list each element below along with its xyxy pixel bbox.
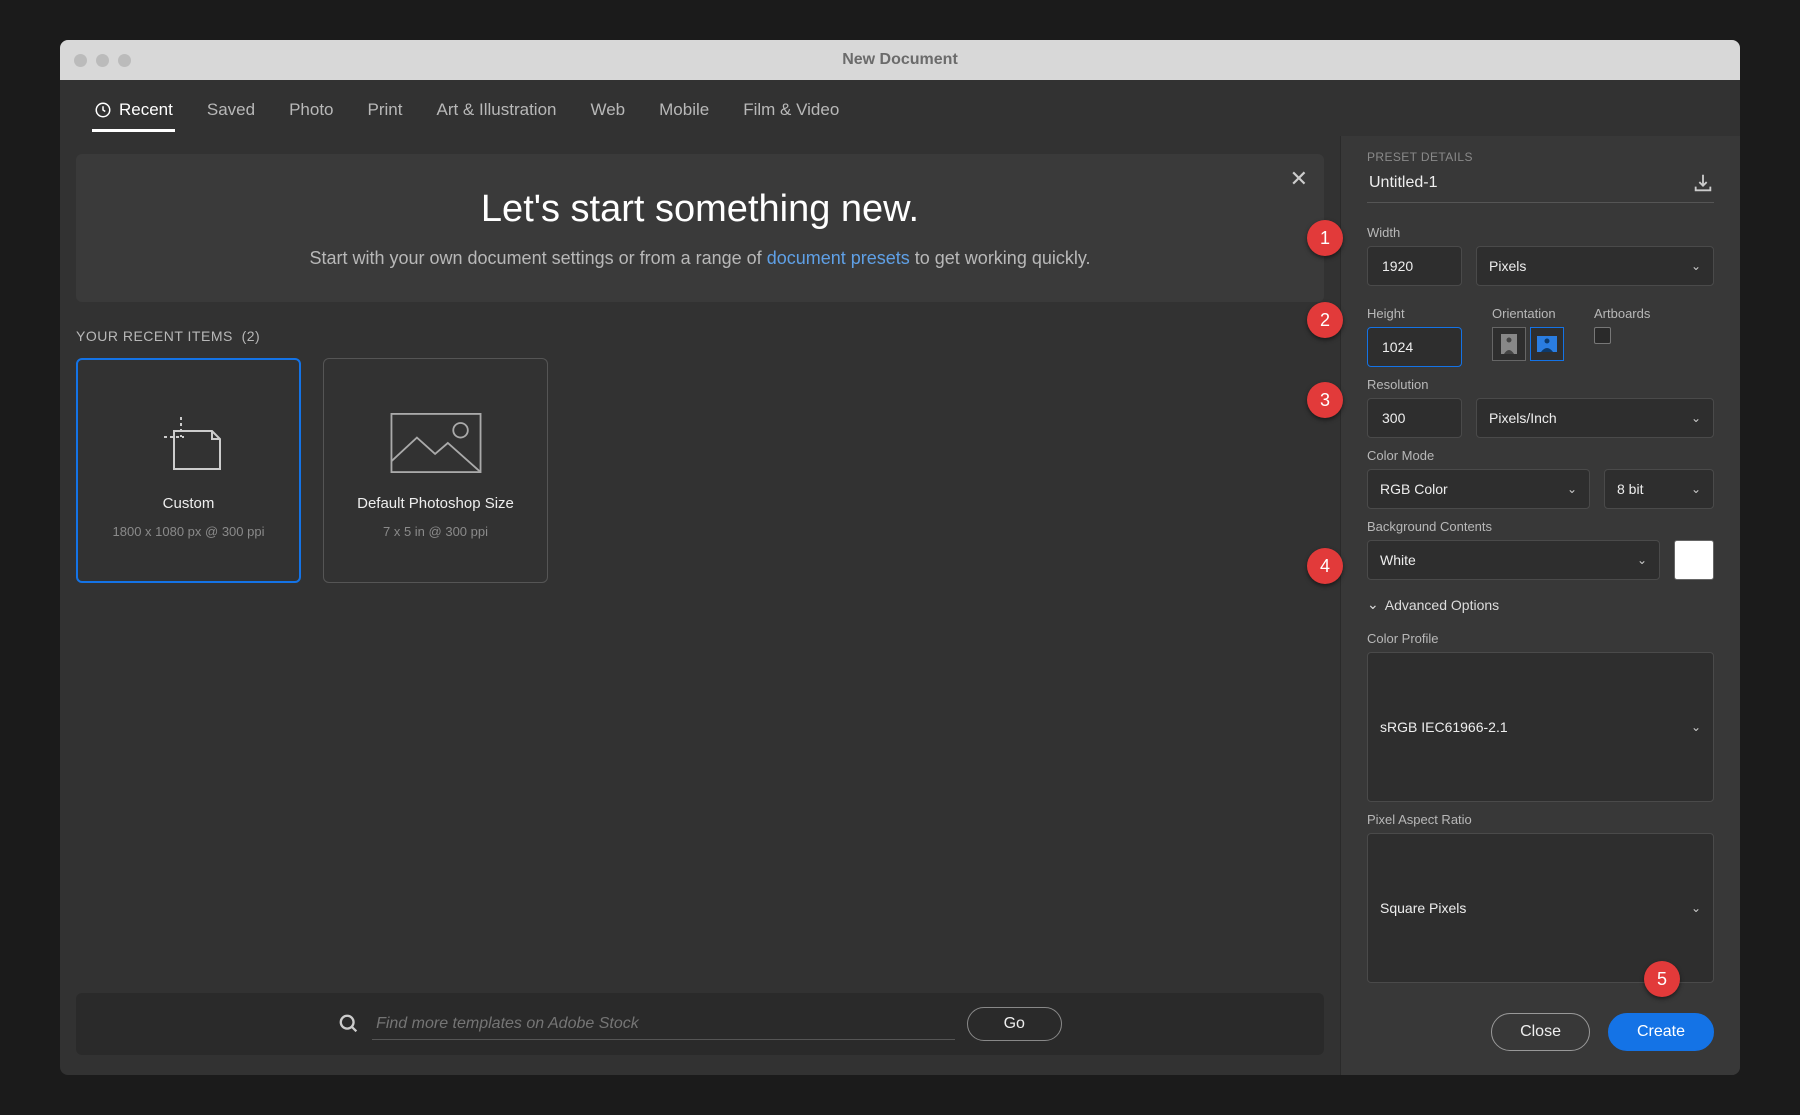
- stock-search-input[interactable]: [372, 1009, 954, 1040]
- width-input[interactable]: [1367, 246, 1462, 286]
- category-tabs: Recent Saved Photo Print Art & Illustrat…: [60, 80, 1740, 136]
- artboards-label: Artboards: [1594, 306, 1650, 321]
- card-title: Custom: [163, 495, 215, 512]
- advanced-options-toggle[interactable]: ⌄ Advanced Options: [1367, 596, 1714, 613]
- height-label: Height: [1367, 306, 1462, 321]
- annotation-badge-2: 2: [1307, 302, 1343, 338]
- annotation-badge-5: 5: [1644, 961, 1680, 997]
- tab-label: Web: [590, 100, 625, 120]
- tab-label: Print: [368, 100, 403, 120]
- tab-label: Mobile: [659, 100, 709, 120]
- image-icon: [386, 403, 486, 483]
- chevron-down-icon: ⌄: [1637, 553, 1647, 567]
- stock-search-bar: Go: [76, 993, 1324, 1055]
- preset-details-panel: 1 2 3 4 5 PRESET DETAILS Width Pixels⌄: [1340, 136, 1740, 1075]
- width-label: Width: [1367, 225, 1714, 240]
- tab-label: Saved: [207, 100, 255, 120]
- chevron-down-icon: ⌄: [1691, 720, 1701, 734]
- annotation-badge-4: 4: [1307, 548, 1343, 584]
- card-subtitle: 1800 x 1080 px @ 300 ppi: [113, 524, 265, 539]
- width-unit-select[interactable]: Pixels⌄: [1476, 246, 1714, 286]
- tab-film[interactable]: Film & Video: [741, 84, 841, 132]
- titlebar: New Document: [60, 40, 1740, 80]
- background-select[interactable]: White⌄: [1367, 540, 1660, 580]
- custom-doc-icon: [139, 403, 239, 483]
- chevron-down-icon: ⌄: [1691, 411, 1701, 425]
- orientation-landscape-button[interactable]: [1530, 327, 1564, 361]
- tab-art[interactable]: Art & Illustration: [434, 84, 558, 132]
- card-title: Default Photoshop Size: [357, 495, 514, 512]
- presets-link[interactable]: document presets: [767, 248, 910, 268]
- bit-depth-select[interactable]: 8 bit⌄: [1604, 469, 1714, 509]
- new-document-window: New Document Recent Saved Photo Print Ar…: [60, 40, 1740, 1075]
- color-profile-select[interactable]: sRGB IEC61966-2.1⌄: [1367, 652, 1714, 802]
- annotation-badge-1: 1: [1307, 220, 1343, 256]
- recent-items-grid: Custom 1800 x 1080 px @ 300 ppi Default …: [76, 358, 1324, 583]
- chevron-down-icon: ⌄: [1367, 596, 1379, 613]
- recent-items-label: YOUR RECENT ITEMS (2): [76, 328, 1324, 344]
- close-icon[interactable]: ✕: [1290, 166, 1308, 192]
- tab-print[interactable]: Print: [366, 84, 405, 132]
- card-subtitle: 7 x 5 in @ 300 ppi: [383, 524, 488, 539]
- tab-saved[interactable]: Saved: [205, 84, 257, 132]
- document-name-input[interactable]: [1367, 173, 1680, 193]
- tab-label: Film & Video: [743, 100, 839, 120]
- resolution-unit-select[interactable]: Pixels/Inch⌄: [1476, 398, 1714, 438]
- tab-label: Photo: [289, 100, 333, 120]
- clock-icon: [94, 101, 112, 119]
- search-icon: [338, 1013, 360, 1035]
- tab-web[interactable]: Web: [588, 84, 627, 132]
- resolution-label: Resolution: [1367, 377, 1714, 392]
- main-content: ✕ Let's start something new. Start with …: [60, 136, 1340, 1075]
- color-mode-label: Color Mode: [1367, 448, 1714, 463]
- tab-mobile[interactable]: Mobile: [657, 84, 711, 132]
- color-profile-label: Color Profile: [1367, 631, 1714, 646]
- window-title: New Document: [60, 51, 1740, 69]
- chevron-down-icon: ⌄: [1567, 482, 1577, 496]
- tab-photo[interactable]: Photo: [287, 84, 335, 132]
- save-preset-icon[interactable]: [1692, 172, 1714, 194]
- chevron-down-icon: ⌄: [1691, 259, 1701, 273]
- background-label: Background Contents: [1367, 519, 1714, 534]
- orientation-label: Orientation: [1492, 306, 1564, 321]
- preset-card-custom[interactable]: Custom 1800 x 1080 px @ 300 ppi: [76, 358, 301, 583]
- chevron-down-icon: ⌄: [1691, 901, 1701, 915]
- tab-label: Art & Illustration: [436, 100, 556, 120]
- banner-text: Start with your own document settings or…: [116, 245, 1284, 272]
- tab-recent[interactable]: Recent: [92, 84, 175, 132]
- tab-label: Recent: [119, 100, 173, 120]
- artboards-checkbox[interactable]: [1594, 327, 1611, 344]
- banner-heading: Let's start something new.: [116, 188, 1284, 231]
- go-button[interactable]: Go: [967, 1007, 1062, 1041]
- chevron-down-icon: ⌄: [1691, 482, 1701, 496]
- create-button[interactable]: Create: [1608, 1013, 1714, 1051]
- welcome-banner: ✕ Let's start something new. Start with …: [76, 154, 1324, 302]
- preset-card-default[interactable]: Default Photoshop Size 7 x 5 in @ 300 pp…: [323, 358, 548, 583]
- orientation-portrait-button[interactable]: [1492, 327, 1526, 361]
- details-header: PRESET DETAILS: [1367, 150, 1714, 164]
- pixel-aspect-label: Pixel Aspect Ratio: [1367, 812, 1714, 827]
- resolution-input[interactable]: [1367, 398, 1462, 438]
- height-input[interactable]: [1367, 327, 1462, 367]
- close-button[interactable]: Close: [1491, 1013, 1590, 1051]
- background-color-swatch[interactable]: [1674, 540, 1714, 580]
- annotation-badge-3: 3: [1307, 382, 1343, 418]
- color-mode-select[interactable]: RGB Color⌄: [1367, 469, 1590, 509]
